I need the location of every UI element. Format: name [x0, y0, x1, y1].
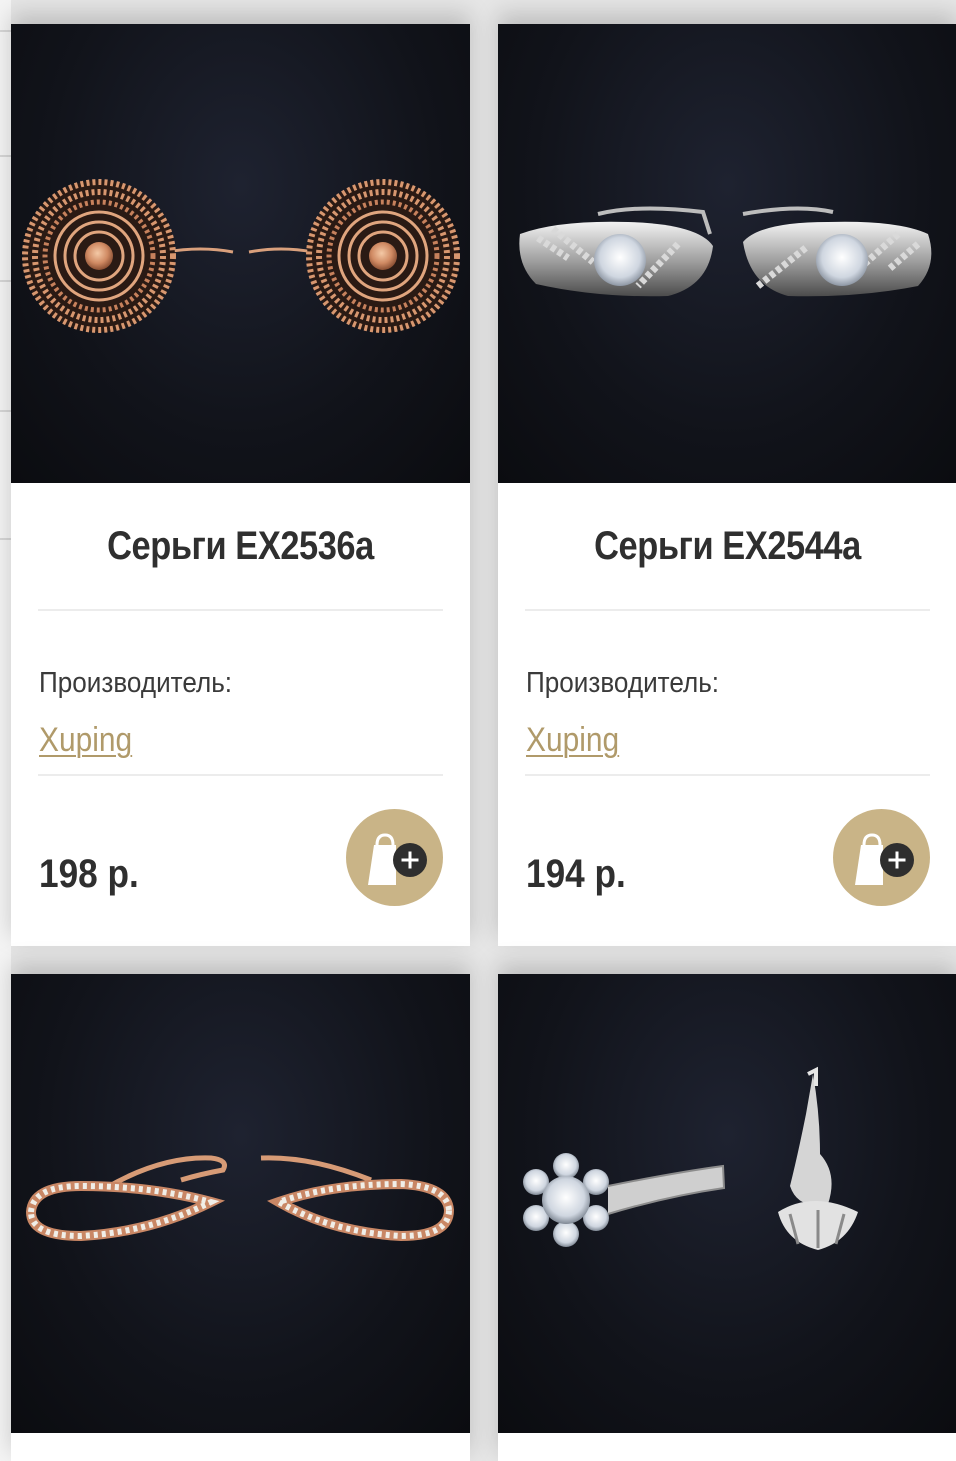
product-card[interactable] — [498, 974, 956, 1461]
product-card[interactable]: Серьги EX2536a Производитель: Xuping 198… — [11, 24, 470, 946]
shopping-bag-plus-icon — [855, 833, 914, 885]
manufacturer-label: Производитель: — [526, 667, 720, 699]
add-to-cart-button[interactable] — [346, 809, 443, 906]
manufacturer-label: Производитель: — [39, 667, 233, 699]
silver-flower-earrings-photo — [523, 1066, 858, 1250]
rose-gold-spiral-earrings-photo — [22, 179, 460, 333]
strip-divider — [0, 155, 11, 157]
strip-divider — [0, 280, 11, 282]
product-image[interactable] — [11, 24, 470, 483]
product-image[interactable] — [498, 974, 956, 1433]
product-title[interactable]: Серьги EX2536a — [43, 524, 438, 569]
divider — [525, 609, 930, 611]
divider — [38, 774, 443, 776]
silver-crystal-earrings-photo — [519, 206, 932, 297]
add-to-cart-button[interactable] — [833, 809, 930, 906]
product-price: 198 р. — [39, 852, 139, 896]
strip-divider — [0, 410, 11, 412]
manufacturer-link[interactable]: Xuping — [39, 721, 132, 760]
divider — [38, 609, 443, 611]
product-grid-page: Серьги EX2536a Производитель: Xuping 198… — [0, 0, 956, 1461]
product-image[interactable] — [498, 24, 956, 483]
manufacturer-link[interactable]: Xuping — [526, 721, 619, 760]
left-edge-strip — [0, 0, 11, 1461]
strip-divider — [0, 538, 11, 540]
product-price: 194 р. — [526, 852, 626, 896]
rose-gold-teardrop-earrings-photo — [25, 1155, 455, 1242]
product-image[interactable] — [11, 974, 470, 1433]
strip-divider — [0, 30, 11, 32]
product-title[interactable]: Серьги EX2544a — [530, 524, 925, 569]
shopping-bag-plus-icon — [368, 833, 427, 885]
product-card[interactable] — [11, 974, 470, 1461]
divider — [525, 774, 930, 776]
product-card[interactable]: Серьги EX2544a Производитель: Xuping 194… — [498, 24, 956, 946]
